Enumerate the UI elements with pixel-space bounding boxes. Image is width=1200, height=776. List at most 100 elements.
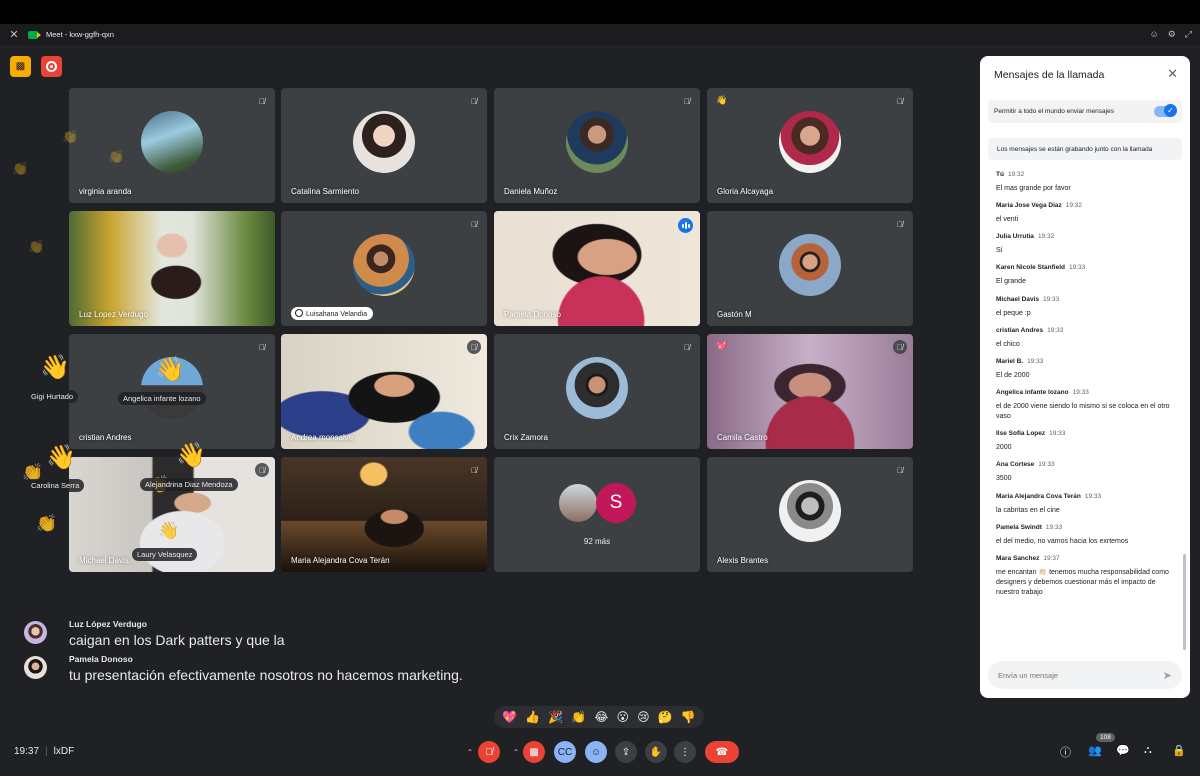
chat-message-text: el venti — [996, 216, 1019, 224]
participant-tile[interactable]: 🎙̸ Daniela Muñoz — [494, 88, 700, 203]
chat-message-input[interactable] — [998, 670, 1158, 680]
participant-tile[interactable]: 🎙̸ Crix Zamora — [494, 334, 700, 449]
close-window-icon[interactable]: ✕ — [8, 28, 20, 41]
party-popper-icon[interactable]: 🎉 — [548, 710, 563, 724]
chat-sender-name: Ilse Sofia Lopez — [996, 430, 1046, 438]
camera-off-button-icon[interactable]: ▩ — [523, 741, 545, 763]
chat-sender-name: Julia Urrutia — [996, 233, 1034, 241]
recording-badge-icon[interactable] — [41, 56, 62, 77]
chat-message-text: el de 2000 viene siendo lo mismo si se c… — [996, 402, 1170, 421]
chat-message-sender: Julia Urrutia 19:32 — [996, 233, 1180, 240]
chevron-up-icon[interactable]: ⌃ — [510, 741, 522, 763]
raise-hand-button-icon[interactable]: ✋ — [645, 741, 667, 763]
thumbs-up-icon[interactable]: 👍 — [525, 710, 540, 724]
caption-speaker: Luz López Verdugo — [69, 619, 147, 629]
participant-tile[interactable]: 🎙̸ Catalina Sarmiento — [281, 88, 487, 203]
participant-name: Gastón M — [717, 310, 752, 319]
mic-off-button-icon[interactable]: 🎙̸ — [478, 741, 500, 763]
crying-face-icon[interactable]: 😢 — [637, 710, 650, 724]
info-icon[interactable]: ⓘ — [1060, 744, 1071, 760]
hang-up-button-icon[interactable]: ☎ — [705, 741, 739, 763]
chat-message: Ilse Sofia Lopez 19:33 2000 — [996, 430, 1180, 453]
thumbs-down-icon[interactable]: 👎 — [681, 710, 696, 724]
chat-message-sender: Pamela Swindt 19:33 — [996, 524, 1180, 531]
allow-messages-label: Permitir a todo el mundo enviar mensajes — [994, 108, 1114, 115]
more-options-icon[interactable]: ⋮ — [674, 741, 696, 763]
meet-window: ✕ Meet - kxw-ggfh-qxn ☺ ⚙ ⤢ ▩ 🎙̸ virgini… — [0, 0, 1200, 776]
chat-message-time: 19:33 — [1043, 295, 1060, 303]
emoji-button-icon[interactable]: ☺ — [585, 741, 607, 763]
captions-button-icon[interactable]: CC — [554, 741, 576, 763]
chat-sender-name: Angelica infante lozano — [996, 388, 1069, 396]
reaction-name: Angelica infante lozano — [118, 392, 206, 405]
send-icon[interactable]: ➤ — [1163, 669, 1172, 682]
reaction-picker: 💖 👍 🎉 👏 😂 😮 😢 🤔 👎 — [494, 706, 704, 728]
mic-off-icon: 🎙̸ — [893, 340, 907, 354]
chat-message: Maria Jose Vega Diaz 19:32 el venti — [996, 202, 1180, 225]
participant-tile[interactable]: 🎙̸ Andrea monsalve — [281, 334, 487, 449]
heart-reaction-icon: 💖 — [716, 341, 728, 351]
chat-sender-name: Tú — [996, 171, 1004, 178]
more-participants-tile[interactable]: S 92 más — [494, 457, 700, 572]
chat-message-sender: Michael Davis 19:33 — [996, 296, 1180, 303]
clap-reaction-icon: 👏 — [36, 514, 58, 533]
participant-tile[interactable]: 💖 🎙̸ Camila Castro — [707, 334, 913, 449]
activities-icon[interactable]: ⛬ — [1144, 744, 1152, 757]
chat-message-text: el chico — [996, 340, 1020, 348]
chat-message-text: el del medio, no vamos hacia los exrtemo… — [996, 537, 1129, 545]
chat-icon[interactable]: 💬 — [1116, 744, 1130, 757]
chat-message-time: 19:33 — [1049, 430, 1066, 438]
participant-tile[interactable]: 🎙̸ Alexis Brantes — [707, 457, 913, 572]
chat-message-time: 19:33 — [1072, 388, 1089, 396]
sparkling-heart-icon[interactable]: 💖 — [502, 710, 517, 724]
mic-off-icon: 🎙̸ — [467, 340, 481, 354]
chevron-up-icon[interactable]: ⌃ — [464, 741, 476, 763]
camera-off-badge-icon[interactable]: ▩ — [10, 56, 31, 77]
raised-hand-icon: 👋 — [716, 95, 728, 105]
participant-name: Luisahana Velandia — [291, 307, 374, 320]
chat-sender-name: Mariel B. — [996, 357, 1024, 365]
thinking-face-icon[interactable]: 🤔 — [658, 710, 673, 724]
participant-tile[interactable]: 👋 🎙̸ Gloria Alcayaga — [707, 88, 913, 203]
participant-tile-active-speaker[interactable]: Pamela Donoso — [494, 211, 700, 326]
more-participants-label: 92 más — [583, 537, 611, 546]
chat-message-text: la cabritas en el cine — [996, 506, 1060, 514]
allow-messages-toggle[interactable] — [1154, 104, 1177, 117]
avatar — [779, 110, 841, 173]
caption-row: Luz López Verdugo caigan en los Dark pat… — [24, 619, 285, 648]
recording-notice: Los mensajes se están grabando junto con… — [988, 138, 1182, 160]
participant-tile[interactable]: Luz Lopez Verdugo — [69, 211, 275, 326]
meeting-info: 19:37 | lxDF — [14, 746, 75, 757]
expand-icon[interactable]: ⤢ — [1185, 29, 1192, 40]
avatar — [353, 233, 415, 296]
chat-message: Angelica infante lozano 19:33 el de 2000 v… — [996, 389, 1180, 422]
chat-message: Mariel B. 19:33 El de 2000 — [996, 358, 1180, 381]
avatar — [558, 483, 598, 523]
clapping-hands-icon[interactable]: 👏 — [571, 710, 586, 724]
laughing-face-icon[interactable]: 😂 — [594, 710, 608, 724]
host-controls-icon[interactable]: 🔒 — [1172, 744, 1186, 757]
emoji-icon[interactable]: ☺ — [1150, 29, 1159, 40]
participant-tile[interactable]: 🎙̸ Maria Alejandra Cova Terán — [281, 457, 487, 572]
mic-off-icon: 🎙̸ — [471, 96, 477, 106]
mic-off-icon: 🎙̸ — [897, 96, 903, 106]
surprised-face-icon[interactable]: 😮 — [617, 710, 630, 724]
gear-icon[interactable]: ⚙ — [1168, 29, 1176, 40]
chat-message-list[interactable]: Tú 19:32 El mas grande por favor Maria Jose… — [996, 171, 1180, 606]
chat-scrollbar[interactable] — [1183, 554, 1186, 650]
participant-tile[interactable]: 🎙̸ virginia aranda — [69, 88, 275, 203]
participant-name: cristian Andres — [79, 433, 132, 442]
close-icon[interactable]: ✕ — [1167, 66, 1178, 82]
participant-name: Maria Alejandra Cova Terán — [291, 556, 390, 565]
avatar — [141, 110, 203, 173]
chat-message-time: 19:33 — [1069, 264, 1086, 272]
chat-message-time: 19:37 — [1043, 554, 1060, 562]
chat-message-time: 19:33 — [1047, 326, 1064, 334]
participant-tile[interactable]: 🎙̸ Gastón M — [707, 211, 913, 326]
present-screen-button-icon[interactable]: ⇪ — [615, 741, 637, 763]
wave-reaction-icon: 👋 — [158, 521, 180, 540]
people-icon[interactable]: 👥 — [1088, 744, 1102, 757]
chat-message: Pamela Swindt 19:33 el del medio, no vamos… — [996, 524, 1180, 547]
chat-message-sender: Angelica infante lozano 19:33 — [996, 389, 1180, 396]
participant-tile[interactable]: 🎙̸ Luisahana Velandia — [281, 211, 487, 326]
